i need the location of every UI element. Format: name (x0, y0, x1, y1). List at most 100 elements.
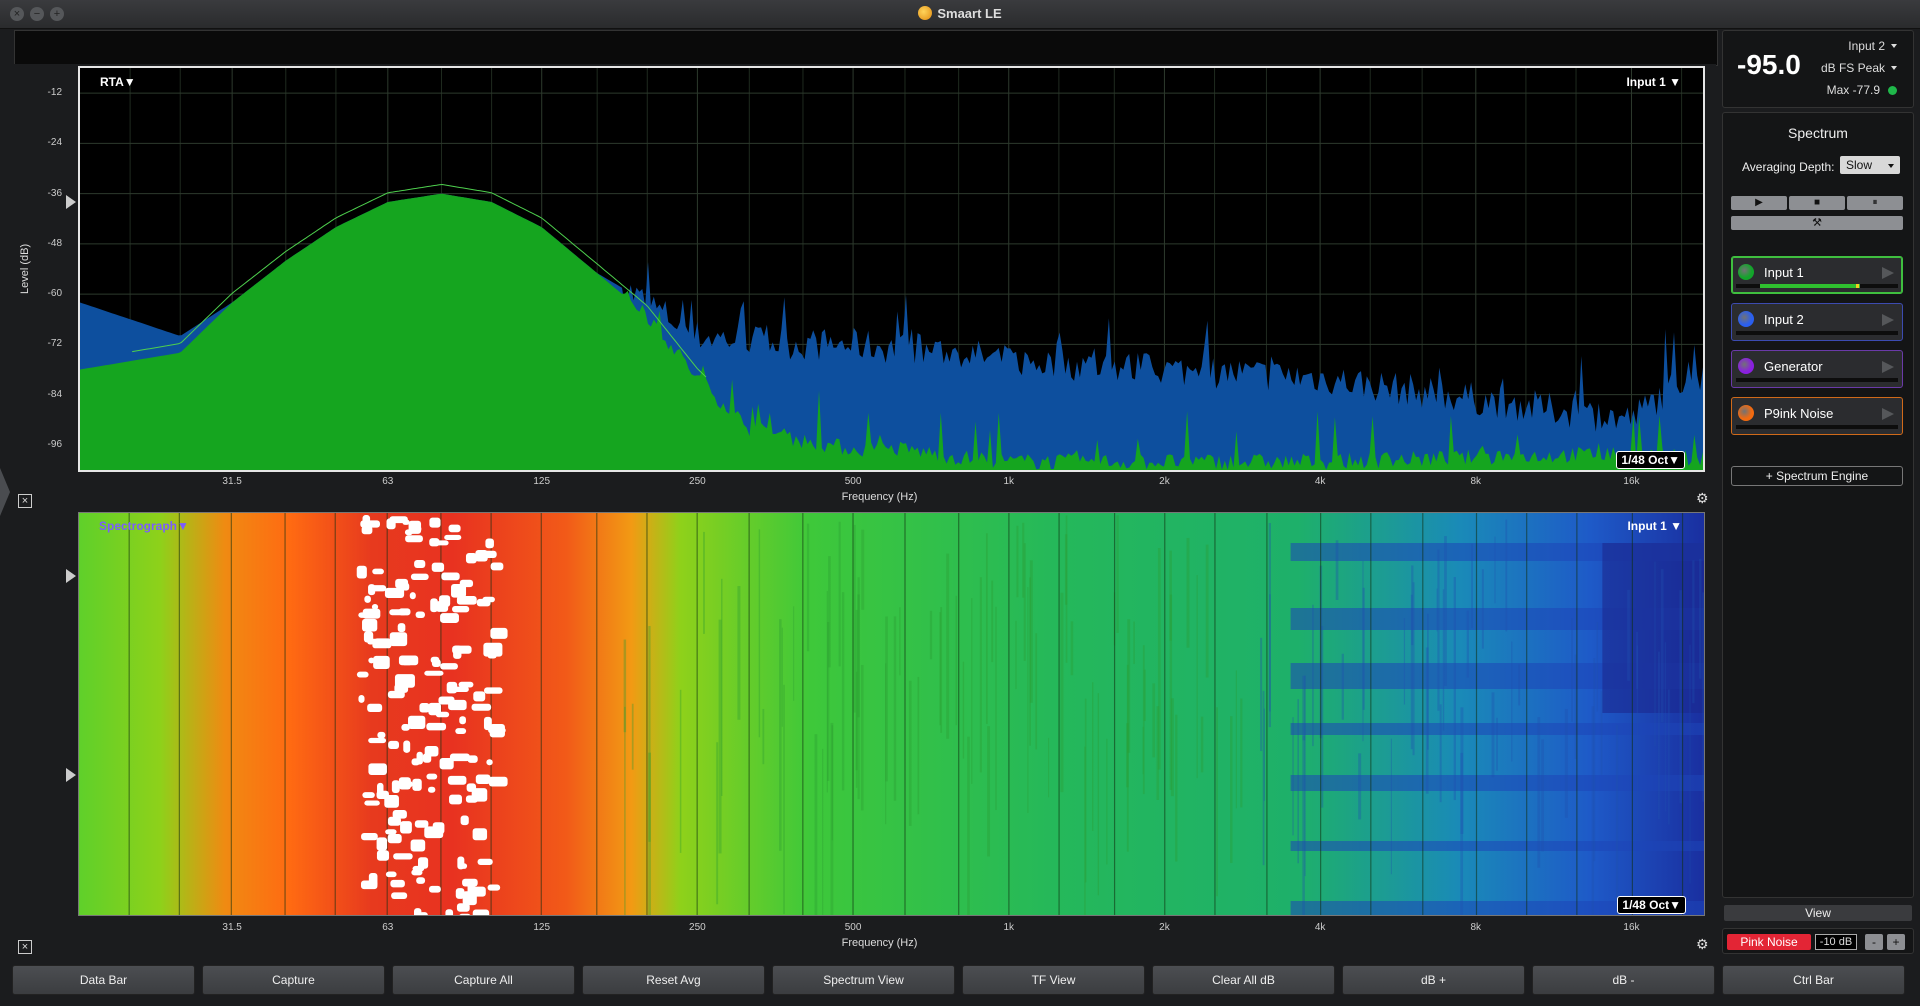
spectrograph-settings-gear-icon[interactable]: ⚙ (1696, 937, 1709, 951)
spectrograph-texture (1481, 569, 1484, 649)
spectrograph-texture (1142, 645, 1145, 795)
spectrograph-hot-cell (361, 525, 373, 535)
rta-y-tick-label: -12 (47, 87, 62, 99)
engine-name: P9ink Noise (1764, 406, 1834, 421)
rta-range-handle[interactable] (66, 195, 76, 209)
meter-value: -95.0 (1737, 49, 1801, 80)
spectrograph-texture (1692, 560, 1695, 704)
engine-play-icon[interactable] (1882, 314, 1894, 326)
spectrograph-texture (1292, 717, 1294, 836)
spectrum-view-button[interactable]: Spectrum View (772, 965, 955, 995)
window-title-text: Smaart LE (937, 6, 1002, 21)
rta-settings-gear-icon[interactable]: ⚙ (1696, 491, 1709, 505)
generator-level-minus-button[interactable]: - (1865, 934, 1883, 950)
spectrograph-hot-cell (360, 880, 378, 890)
spectrum-control-panel: Spectrum Averaging Depth: Slow ▶ ■ ⏸ ⚒ I… (1722, 112, 1914, 898)
ctrl-bar-button[interactable]: Ctrl Bar (1722, 965, 1905, 995)
spectrograph-mode-selector[interactable]: Spectrograph▼ (99, 519, 189, 533)
engine-input-1[interactable]: Input 1 (1731, 256, 1903, 294)
spectrograph-hot-cell (473, 691, 486, 702)
spectrograph-texture (1060, 592, 1064, 793)
tools-button[interactable]: ⚒ (1731, 216, 1903, 230)
spectrograph-plot[interactable]: Spectrograph▼ Input 1 ▼ 1/48 Oct▼ (78, 512, 1705, 916)
engine-pink-noise[interactable]: P9ink Noise (1731, 397, 1903, 435)
engine-level-bar (1736, 284, 1898, 288)
data-bar-button[interactable]: Data Bar (12, 965, 195, 995)
spectrograph-close-icon[interactable]: × (18, 940, 32, 954)
spectrograph-upper-handle[interactable] (66, 569, 76, 583)
spectrograph-texture (985, 533, 988, 724)
db-plus-button[interactable]: dB + (1342, 965, 1525, 995)
level-meter[interactable]: -95.0 Input 2 dB FS Peak Max -77.9 (1722, 30, 1914, 108)
spectrograph-texture (1240, 698, 1243, 808)
db-minus-button[interactable]: dB - (1532, 965, 1715, 995)
rta-y-tick-label: -36 (47, 187, 62, 199)
reset-avg-button[interactable]: Reset Avg (582, 965, 765, 995)
spectrograph-resolution-selector[interactable]: 1/48 Oct▼ (1617, 896, 1686, 914)
spectrograph-texture (1126, 664, 1129, 852)
spectrograph-input-selector[interactable]: Input 1 ▼ (1627, 519, 1682, 533)
command-bar: Data Bar Capture Capture All Reset Avg S… (0, 961, 1920, 1006)
spectrograph-hot-cell (373, 655, 390, 670)
spectrograph-hot-cell (403, 740, 411, 753)
spectrograph-hot-cell (431, 562, 445, 572)
rta-y-tick-label: -48 (47, 237, 62, 249)
rta-chart-svg (80, 68, 1703, 470)
tf-view-button[interactable]: TF View (962, 965, 1145, 995)
spectrograph-hot-cell (424, 670, 444, 676)
spectrograph-hot-cell (487, 648, 497, 659)
spectrograph-hot-cell (414, 908, 422, 915)
play-button[interactable]: ▶ (1731, 196, 1787, 210)
spectrograph-hot-cell (368, 763, 387, 776)
spectrograph-hot-cell (408, 715, 426, 730)
rta-x-tick-label: 8k (1470, 476, 1482, 487)
engine-play-icon[interactable] (1882, 408, 1894, 420)
pause-button[interactable]: ⏸ (1847, 196, 1903, 210)
spectrograph-texture (853, 524, 856, 713)
rta-close-icon[interactable]: × (18, 494, 32, 508)
pause-icon: ⏸ (1872, 197, 1878, 208)
spectrograph-texture (1035, 633, 1038, 750)
rta-input-selector[interactable]: Input 1 ▼ (1626, 75, 1681, 89)
rta-y-tick-label: -96 (47, 438, 62, 450)
spectrograph-texture (1600, 691, 1603, 775)
spectrograph-hot-cell (367, 703, 383, 712)
spectrograph-texture (1116, 515, 1119, 633)
clear-all-db-button[interactable]: Clear All dB (1152, 965, 1335, 995)
spectrograph-texture (1268, 523, 1271, 728)
generator-level-field[interactable]: -10 dB (1815, 934, 1857, 950)
spectrograph-hot-cell (456, 596, 477, 605)
engine-generator[interactable]: Generator (1731, 350, 1903, 388)
capture-button[interactable]: Capture (202, 965, 385, 995)
spectrograph-hot-cell (386, 518, 396, 530)
spectrograph-texture (1064, 534, 1068, 605)
spectrograph-hot-cell (430, 656, 440, 664)
view-button[interactable]: View (1724, 905, 1912, 921)
spectrograph-texture (1442, 589, 1445, 731)
engine-input-2[interactable]: Input 2 (1731, 303, 1903, 341)
engine-play-icon[interactable] (1882, 267, 1894, 279)
engine-play-icon[interactable] (1882, 361, 1894, 373)
meter-type-selector[interactable]: dB FS Peak (1821, 61, 1897, 75)
add-spectrum-engine-button[interactable]: + Spectrum Engine (1731, 466, 1903, 486)
meter-input-selector[interactable]: Input 2 (1848, 39, 1897, 53)
spectrograph-texture (1302, 735, 1305, 915)
spectrograph-texture (908, 680, 912, 826)
spectrograph-lower-handle[interactable] (66, 768, 76, 782)
spectrograph-texture (1466, 610, 1469, 678)
spectrograph-texture (1596, 622, 1599, 712)
tools-icon: ⚒ (1812, 217, 1822, 229)
rta-resolution-selector[interactable]: 1/48 Oct▼ (1616, 451, 1685, 469)
left-panel-toggle[interactable] (0, 468, 10, 516)
rta-mode-selector[interactable]: RTA▼ (100, 75, 136, 89)
rta-plot[interactable]: RTA▼ Input 1 ▼ 1/48 Oct▼ (78, 66, 1705, 472)
capture-all-button[interactable]: Capture All (392, 965, 575, 995)
spectrograph-hot-cell (371, 585, 387, 592)
generator-level-plus-button[interactable]: + (1887, 934, 1905, 950)
spectrograph-hot-cell (429, 538, 440, 547)
spectrograph-texture (758, 529, 761, 738)
spectrograph-texture (929, 610, 933, 660)
pink-noise-button[interactable]: Pink Noise (1727, 934, 1811, 950)
averaging-depth-select[interactable]: Slow (1840, 156, 1900, 174)
stop-button[interactable]: ■ (1789, 196, 1845, 210)
